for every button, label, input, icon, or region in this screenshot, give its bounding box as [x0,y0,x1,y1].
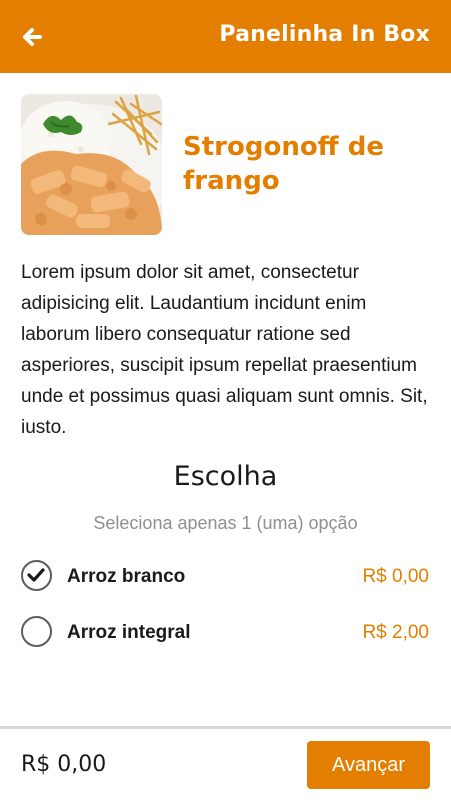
product-name: Strogonoff de frango [183,132,385,196]
radio-unchecked-icon[interactable] [21,616,52,647]
next-button[interactable]: Avançar [307,741,430,789]
option-price: R$ 0,00 [362,566,429,587]
option-label: Arroz branco [67,566,186,587]
option-arroz-integral[interactable]: Arroz integral R$ 2,00 [21,616,431,652]
choice-title: Escolha [173,461,278,492]
app-bar: Panelinha In Box [0,0,451,73]
option-price: R$ 2,00 [362,622,429,643]
option-label: Arroz integral [67,622,191,643]
back-arrow-icon[interactable] [20,24,46,50]
radio-checked-icon[interactable] [21,560,52,591]
product-image [21,94,162,235]
product-description: Lorem ipsum dolor sit amet, consectetur … [21,262,428,438]
option-arroz-branco[interactable]: Arroz branco R$ 0,00 [21,560,431,596]
total-price: R$ 0,00 [21,752,107,777]
app-title: Panelinha In Box [219,22,430,47]
choice-subtitle: Seleciona apenas 1 (uma) opção [93,513,358,533]
footer-divider [0,726,451,729]
